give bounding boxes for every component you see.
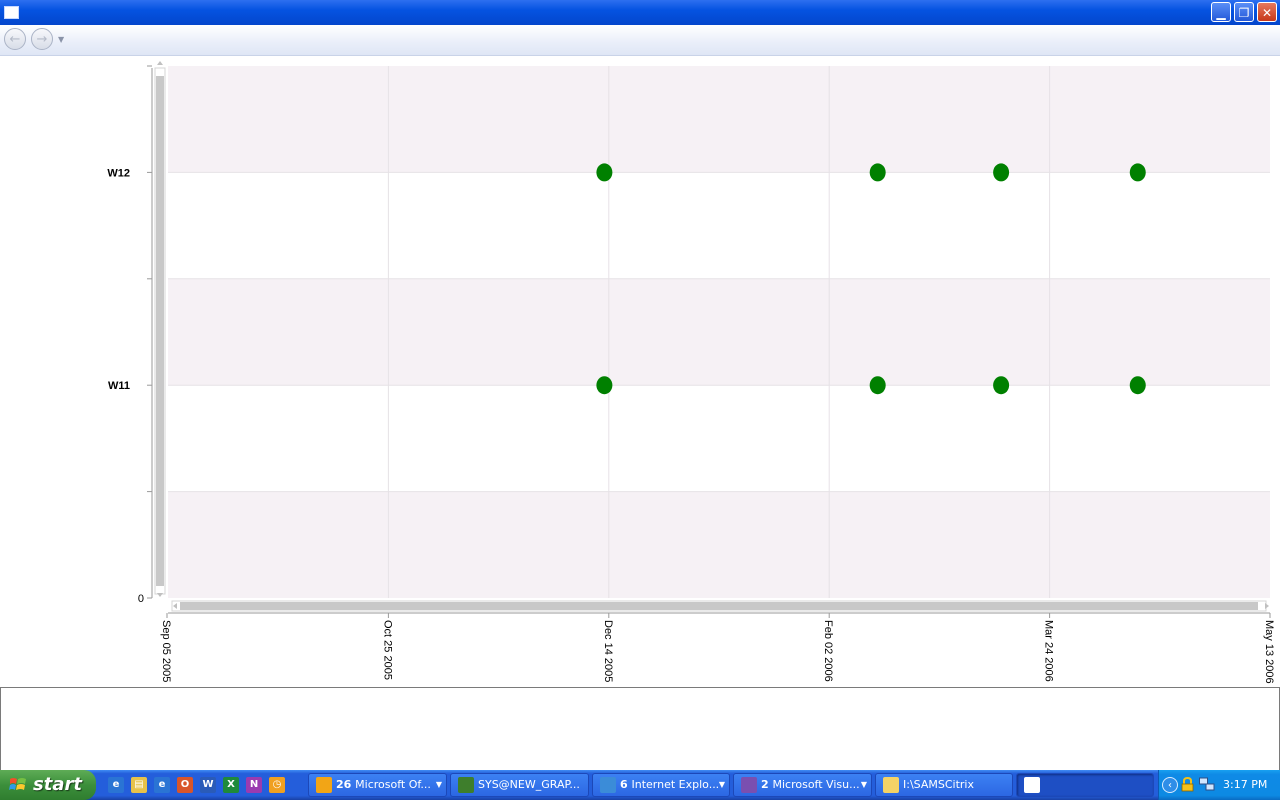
close-button[interactable]: ✕ (1257, 2, 1277, 22)
plot-band (168, 385, 1270, 492)
chevron-down-icon: ▼ (435, 780, 442, 789)
start-button[interactable]: start (0, 770, 96, 800)
x-tick-label: Mar 24 2006 (1043, 620, 1055, 682)
taskbar-button[interactable]: 26 Microsoft Of... ▼ (308, 773, 447, 797)
system-tray: ‹ 3:17 PM (1158, 770, 1280, 800)
task-label: I:\SAMSCitrix (903, 778, 974, 791)
clock[interactable]: 3:17 PM (1223, 778, 1267, 791)
task-label: SYS@NEW_GRAP... (478, 778, 580, 791)
vertical-scroll-thumb (156, 76, 164, 586)
chevron-down-icon: ▼ (718, 780, 725, 789)
folder-icon (883, 777, 899, 793)
scroll-down-icon (157, 593, 163, 597)
plot-band (168, 172, 1270, 279)
data-point (993, 376, 1010, 395)
scatter-chart: 0 W11 W12 Sep 05 2005 Oct 25 2005 Dec 14 2005… (107, 61, 1275, 684)
y-tick-label: W12 (107, 167, 130, 179)
plot-band (168, 66, 1270, 173)
visual-studio-icon (741, 777, 757, 793)
restore-icon: ❐ (1238, 6, 1250, 20)
minimize-button[interactable]: ▁ (1211, 2, 1231, 22)
ie-icon[interactable]: e (108, 777, 124, 793)
x-tick-label: Dec 14 2005 (602, 620, 614, 682)
x-tick-label: Sep 05 2005 (160, 620, 172, 682)
excel-icon[interactable]: X (223, 777, 239, 793)
restore-button[interactable]: ❐ (1234, 2, 1254, 22)
task-group-count: 26 (336, 778, 356, 791)
folder-icon[interactable]: ▤ (131, 777, 147, 793)
data-point (1129, 376, 1146, 395)
start-label: start (33, 774, 82, 795)
x-tick-label: May 13 2006 (1263, 620, 1275, 684)
data-point (993, 163, 1010, 182)
onenote-icon[interactable]: N (246, 777, 262, 793)
x-tick-label: Oct 25 2005 (381, 620, 393, 680)
window-icon (1024, 777, 1040, 793)
scroll-right-icon (1265, 603, 1269, 609)
task-label: Internet Explo... (631, 778, 720, 791)
data-point (596, 376, 613, 395)
task-label: Microsoft Of... (355, 778, 431, 791)
taskbar-button[interactable] (1016, 773, 1154, 797)
horizontal-scroll-thumb (180, 602, 1258, 610)
scroll-up-icon (157, 61, 163, 65)
data-point (869, 376, 886, 395)
window-title-bar[interactable]: ▁ ❐ ✕ (0, 0, 1280, 25)
ie-icon[interactable]: e (154, 777, 170, 793)
outlook-icon[interactable]: O (177, 777, 193, 793)
task-group-count: 6 (620, 778, 632, 791)
y-tick-label: W11 (108, 380, 130, 392)
lock-icon[interactable] (1181, 777, 1194, 792)
taskbar: start e ▤ e O W X N ◷ 26 Microsoft Of... ▼ SYS@NE… (0, 770, 1280, 800)
plot-band (168, 491, 1270, 598)
x-tick-label: Feb 02 2006 (822, 620, 834, 682)
close-icon: ✕ (1261, 6, 1273, 20)
details-pane (0, 687, 1280, 771)
taskbar-button[interactable]: 6 Internet Explo... ▼ (592, 773, 730, 797)
network-icon[interactable] (1199, 777, 1215, 792)
chevron-down-icon[interactable]: ▼ (58, 35, 64, 44)
task-group-count: 2 (761, 778, 773, 791)
taskbar-button[interactable]: 2 Microsoft Visu... ▼ (733, 773, 872, 797)
taskbar-button[interactable]: SYS@NEW_GRAP... (450, 773, 589, 797)
back-button[interactable]: ← (4, 28, 26, 50)
outlook-icon (316, 777, 332, 793)
clock-icon[interactable]: ◷ (269, 777, 285, 793)
windows-logo-icon (9, 778, 26, 790)
forward-arrow-icon: → (36, 32, 48, 47)
window-icon (4, 6, 19, 19)
chevron-down-icon: ▼ (860, 780, 867, 789)
data-point (869, 163, 886, 182)
plot-band (168, 278, 1270, 386)
data-point (1129, 163, 1146, 182)
forward-button[interactable]: → (31, 28, 53, 50)
y-tick-label: 0 (138, 593, 144, 605)
ie-icon (600, 777, 616, 793)
word-icon[interactable]: W (200, 777, 216, 793)
back-arrow-icon: ← (9, 32, 21, 47)
task-label: Microsoft Visu... (772, 778, 860, 791)
chevron-left-icon[interactable]: ‹ (1162, 777, 1178, 793)
database-icon (458, 777, 474, 793)
minimize-icon: ▁ (1216, 6, 1226, 20)
data-point (596, 163, 613, 182)
navigation-bar: ← → ▼ (0, 25, 1280, 56)
taskbar-button[interactable]: I:\SAMSCitrix (875, 773, 1013, 797)
